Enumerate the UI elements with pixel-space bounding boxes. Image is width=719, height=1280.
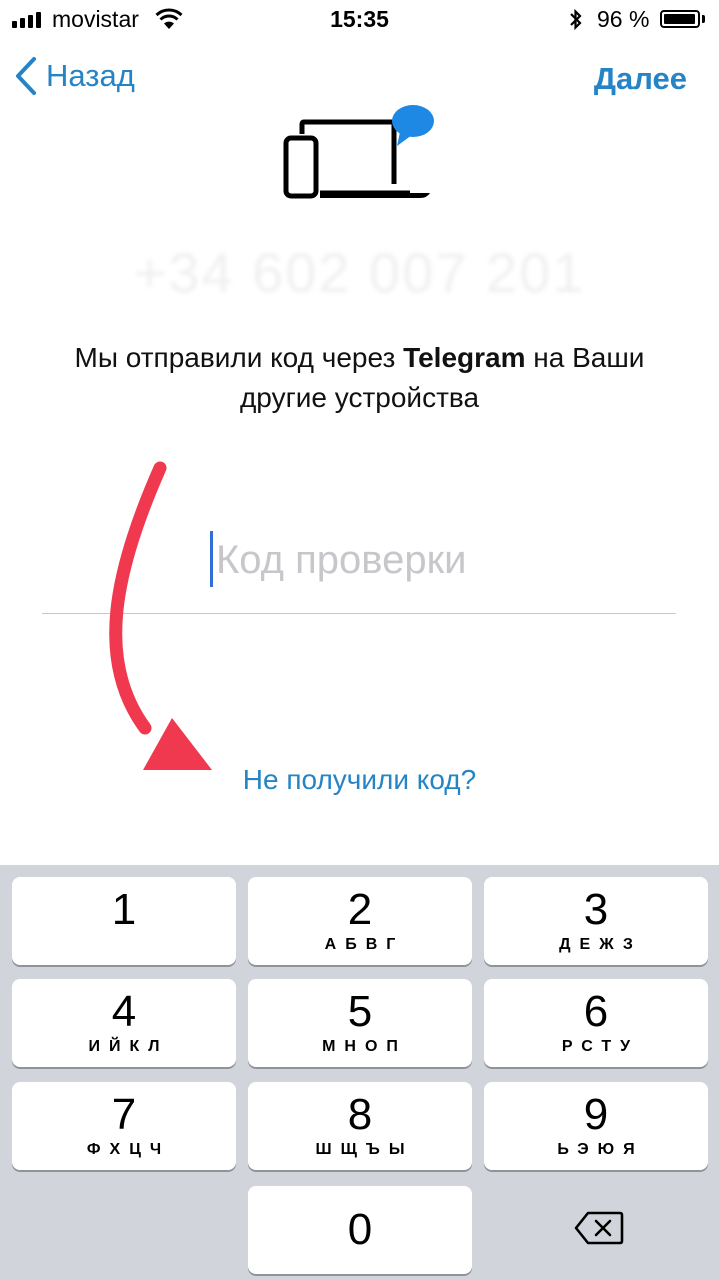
key-letters: ФХЦЧ [86, 1141, 171, 1158]
key-letters: ДЕЖЗ [559, 936, 642, 953]
key-2[interactable]: 2 АБВГ [248, 877, 472, 965]
key-1[interactable]: 1 [12, 877, 236, 965]
key-letters: МНОП [322, 1038, 407, 1055]
message-brand: Telegram [403, 342, 526, 373]
key-6[interactable]: 6 РСТУ [484, 979, 708, 1067]
key-digit: 0 [347, 1205, 373, 1254]
phone-number: +34 602 007 201 [133, 241, 586, 304]
sent-code-message: Мы отправили код через Telegram на Ваши … [40, 338, 679, 418]
chevron-left-icon [16, 57, 36, 95]
battery-percent: 96 % [597, 6, 650, 32]
key-4[interactable]: 4 ИЙКЛ [12, 979, 236, 1067]
key-5[interactable]: 5 МНОП [248, 979, 472, 1067]
key-8[interactable]: 8 ШЩЪЫ [248, 1082, 472, 1170]
key-digit: 1 [111, 885, 137, 934]
devices-message-icon [283, 105, 434, 199]
status-bar: movistar 15:35 96 % [0, 0, 719, 40]
key-letters: ЬЭЮЯ [557, 1141, 644, 1158]
key-7[interactable]: 7 ФХЦЧ [12, 1082, 236, 1170]
back-button[interactable]: Назад [14, 56, 135, 96]
key-letters: АБВГ [324, 936, 405, 953]
key-digit: 6 [583, 987, 609, 1036]
key-digit: 7 [111, 1090, 137, 1139]
key-digit: 8 [347, 1090, 373, 1139]
battery-icon [660, 10, 700, 28]
key-letters: ИЙКЛ [88, 1038, 169, 1055]
key-9[interactable]: 9 ЬЭЮЯ [484, 1082, 708, 1170]
key-digit: 4 [111, 987, 137, 1036]
key-letters: РСТУ [561, 1038, 640, 1055]
battery-tip [702, 15, 705, 23]
key-3[interactable]: 3 ДЕЖЗ [484, 877, 708, 965]
text-cursor [210, 531, 213, 587]
key-digit: 9 [583, 1090, 609, 1139]
verification-code-input[interactable] [216, 530, 676, 590]
resend-code-link[interactable]: Не получили код? [0, 764, 719, 796]
key-letters: ШЩЪЫ [315, 1141, 414, 1158]
message-text-1: Мы отправили код через [74, 342, 404, 373]
next-button[interactable]: Далее [594, 61, 687, 97]
battery-level [664, 14, 695, 24]
backspace-icon[interactable] [574, 1210, 624, 1246]
back-label: Назад [46, 58, 135, 93]
key-digit: 5 [347, 987, 373, 1036]
key-0[interactable]: 0 [248, 1186, 472, 1274]
key-digit: 3 [583, 885, 609, 934]
bluetooth-icon [570, 8, 582, 31]
input-underline [42, 613, 676, 614]
key-digit: 2 [347, 885, 373, 934]
